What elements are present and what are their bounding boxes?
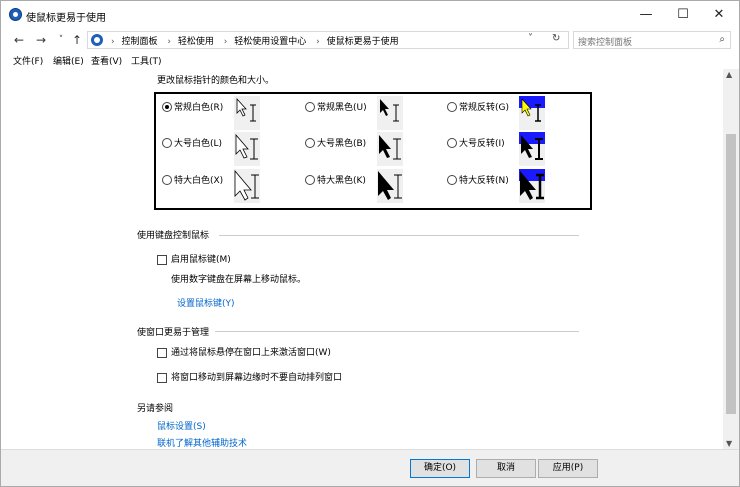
breadcrumb-current[interactable]: 使鼠标更易于使用	[327, 37, 399, 47]
breadcrumb-separator: ›	[223, 37, 228, 47]
apply-button[interactable]: 应用(P)	[538, 459, 598, 478]
section-divider	[219, 235, 579, 236]
section-title-windows: 使窗口更易于管理	[137, 328, 210, 338]
breadcrumb-separator: ›	[316, 37, 320, 47]
scroll-thumb[interactable]	[726, 134, 736, 414]
scroll-down-icon[interactable]: ▼	[726, 439, 732, 448]
breadcrumb-control-panel[interactable]: 控制面板	[121, 37, 157, 47]
pointer-preview-xlarge-white	[234, 169, 260, 203]
intro-text: 更改鼠标指针的颜色和大小。	[157, 76, 275, 86]
vertical-scrollbar[interactable]: ▲ ▼	[723, 69, 739, 449]
pointer-preview-large-black	[377, 132, 403, 166]
scheme-option[interactable]: 大号反转(I)	[447, 136, 505, 149]
checkbox[interactable]	[157, 372, 167, 383]
ok-button[interactable]: 确定(O)	[410, 459, 470, 478]
breadcrumb: › 控制面板 › 轻松使用 › 轻松使用设置中心 › 使鼠标更易于使用	[108, 34, 403, 47]
radio-button[interactable]	[447, 137, 457, 148]
close-button[interactable]: ✕	[701, 1, 737, 29]
dialog-window: 使鼠标更易于使用 — ☐ ✕ ← → ˅ ↑ › 控制面板 › 轻松使用 › 轻…	[0, 0, 740, 487]
maximize-button[interactable]: ☐	[665, 1, 701, 29]
control-panel-icon	[91, 34, 103, 46]
ease-of-access-icon	[9, 8, 22, 21]
menu-edit[interactable]: 编辑(E)	[53, 54, 84, 67]
scheme-option[interactable]: 常规白色(R)	[162, 100, 223, 113]
setup-mouse-keys-link[interactable]: 设置鼠标键(Y)	[177, 296, 235, 309]
title-bar: 使鼠标更易于使用 — ☐ ✕	[1, 1, 739, 29]
assistive-tech-link[interactable]: 联机了解其他辅助技术	[157, 436, 247, 449]
minimize-button[interactable]: —	[628, 1, 664, 29]
menu-view[interactable]: 查看(V)	[91, 54, 122, 67]
pointer-preview-normal-inverted	[519, 96, 545, 130]
radio-button[interactable]	[447, 101, 457, 112]
scroll-up-icon[interactable]: ▲	[726, 70, 732, 79]
scheme-option[interactable]: 常规反转(G)	[447, 100, 509, 113]
search-icon[interactable]: ⌕	[719, 34, 725, 45]
pointer-preview-normal-white	[234, 96, 260, 130]
radio-button[interactable]	[305, 137, 315, 148]
menu-file[interactable]: 文件(F)	[13, 54, 43, 67]
mouse-keys-checkbox[interactable]: 启用鼠标键(M)	[157, 252, 231, 265]
recent-locations-button[interactable]: ˅	[53, 31, 69, 49]
radio-button[interactable]	[305, 174, 315, 185]
pointer-preview-large-white	[234, 132, 260, 166]
scheme-option[interactable]: 特大白色(X)	[162, 173, 223, 186]
section-title-see-also: 另请参阅	[137, 404, 174, 414]
pointer-preview-xlarge-black	[377, 169, 403, 203]
checkbox[interactable]	[157, 254, 167, 265]
hover-activate-checkbox[interactable]: 通过将鼠标悬停在窗口上来激活窗口(W)	[157, 345, 331, 358]
checkbox[interactable]	[157, 347, 167, 358]
cancel-button[interactable]: 取消	[476, 459, 536, 478]
scheme-option[interactable]: 大号白色(L)	[162, 136, 222, 149]
pointer-scheme-group: 常规白色(R) 常规黑色(U) 常规反转(G) 大号白色(L) 大号黑色(B)	[154, 92, 592, 210]
forward-button[interactable]: →	[33, 31, 49, 49]
pointer-preview-normal-black	[377, 96, 403, 130]
back-button[interactable]: ←	[11, 31, 27, 49]
menu-bar: 文件(F) 编辑(E) 查看(V) 工具(T)	[1, 52, 739, 68]
radio-button[interactable]	[305, 101, 315, 112]
section-title-keyboard: 使用键盘控制鼠标	[137, 231, 210, 241]
section-divider	[215, 331, 579, 332]
scheme-option[interactable]: 特大反转(N)	[447, 173, 509, 186]
radio-button[interactable]	[162, 101, 172, 112]
refresh-icon[interactable]: ↻	[552, 33, 560, 44]
breadcrumb-separator: ›	[111, 37, 115, 47]
pointer-preview-large-inverted	[519, 132, 545, 166]
address-toolbar: ← → ˅ ↑ › 控制面板 › 轻松使用 › 轻松使用设置中心 › 使鼠标更易…	[1, 29, 739, 51]
address-bar[interactable]: › 控制面板 › 轻松使用 › 轻松使用设置中心 › 使鼠标更易于使用 ˅ ↻	[87, 31, 569, 49]
pointer-preview-xlarge-inverted	[519, 169, 545, 203]
search-placeholder: 搜索控制面板	[578, 38, 633, 48]
radio-button[interactable]	[162, 137, 172, 148]
scheme-option[interactable]: 常规黑色(U)	[305, 100, 367, 113]
mouse-settings-link[interactable]: 鼠标设置(S)	[157, 419, 206, 432]
breadcrumb-ease-of-access[interactable]: 轻松使用	[178, 37, 214, 47]
scheme-option[interactable]: 大号黑色(B)	[305, 136, 366, 149]
up-button[interactable]: ↑	[69, 31, 85, 49]
breadcrumb-separator: ›	[167, 37, 171, 47]
button-bar: 确定(O) 取消 应用(P)	[1, 449, 739, 486]
menu-tools[interactable]: 工具(T)	[131, 54, 162, 67]
address-dropdown-icon[interactable]: ˅	[528, 33, 533, 44]
window-title: 使鼠标更易于使用	[26, 13, 106, 24]
radio-button[interactable]	[447, 174, 457, 185]
mouse-keys-description: 使用数字键盘在屏幕上移动鼠标。	[171, 275, 307, 285]
scheme-option[interactable]: 特大黑色(K)	[305, 173, 366, 186]
main-content: 更改鼠标指针的颜色和大小。 常规白色(R) 常规黑色(U) 常规反转(G) 大号…	[1, 69, 723, 449]
radio-button[interactable]	[162, 174, 172, 185]
search-input[interactable]: 搜索控制面板 ⌕	[573, 31, 731, 49]
breadcrumb-ease-center[interactable]: 轻松使用设置中心	[234, 37, 306, 47]
prevent-snap-checkbox[interactable]: 将窗口移动到屏幕边缘时不要自动排列窗口	[157, 370, 342, 383]
